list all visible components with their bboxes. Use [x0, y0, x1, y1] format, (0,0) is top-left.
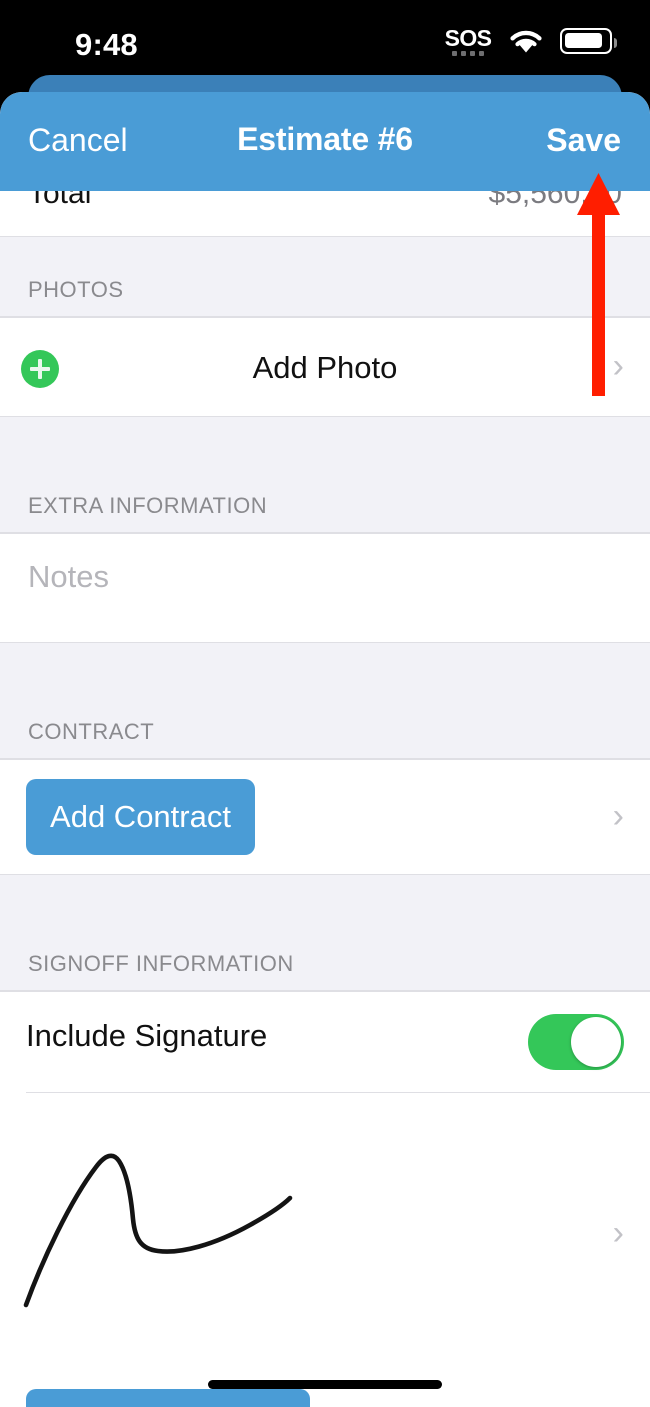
section-header-photos-label: PHOTOS	[28, 277, 124, 302]
change-signature-button[interactable]: Change Signature	[26, 1389, 310, 1407]
section-header-photos: PHOTOS	[0, 237, 650, 317]
add-contract-button[interactable]: Add Contract	[26, 779, 255, 855]
sos-icon: SOS	[444, 26, 492, 60]
section-header-contract: CONTRACT	[0, 643, 650, 759]
include-signature-row[interactable]: Include Signature	[0, 991, 650, 1093]
notes-row[interactable]	[0, 533, 650, 643]
signature-image	[23, 1153, 293, 1308]
home-indicator	[208, 1380, 442, 1389]
toggle-knob	[571, 1017, 621, 1067]
section-header-extra-information-label: EXTRA INFORMATION	[28, 493, 268, 518]
save-button[interactable]: Save	[546, 122, 621, 159]
include-signature-toggle[interactable]	[528, 1014, 624, 1070]
notes-input[interactable]	[28, 559, 598, 595]
form-scroll-content[interactable]: Total $5,560.00 PHOTOS Add Photo › EXTRA…	[0, 171, 650, 1407]
sos-label: SOS	[444, 25, 492, 51]
signature-preview-row[interactable]: ›	[0, 1093, 650, 1369]
estimate-modal-sheet: Total $5,560.00 PHOTOS Add Photo › EXTRA…	[0, 92, 650, 1407]
phone-screen: Total $5,560.00 PHOTOS Add Photo › EXTRA…	[0, 0, 650, 1407]
signal-dots	[452, 51, 484, 56]
add-photo-row[interactable]: Add Photo ›	[0, 317, 650, 417]
chevron-right-icon: ›	[612, 347, 624, 385]
add-photo-label: Add Photo	[252, 350, 398, 385]
section-header-signoff-information-label: SIGNOFF INFORMATION	[28, 951, 294, 976]
status-bar-time: 9:48	[75, 27, 138, 62]
chevron-right-icon: ›	[612, 797, 624, 835]
navigation-bar: Cancel Estimate #6 Save	[0, 92, 650, 191]
battery-icon	[560, 28, 617, 54]
contract-row[interactable]: Add Contract ›	[0, 759, 650, 875]
section-header-contract-label: CONTRACT	[28, 719, 155, 744]
remove-signature-button[interactable]: Remove	[340, 1389, 455, 1407]
section-header-extra-information: EXTRA INFORMATION	[0, 417, 650, 533]
chevron-right-icon: ›	[612, 1214, 624, 1252]
wifi-icon	[510, 30, 542, 53]
status-bar-indicators: SOS	[444, 26, 617, 60]
include-signature-label: Include Signature	[26, 1018, 268, 1053]
section-header-signoff-information: SIGNOFF INFORMATION	[0, 875, 650, 991]
